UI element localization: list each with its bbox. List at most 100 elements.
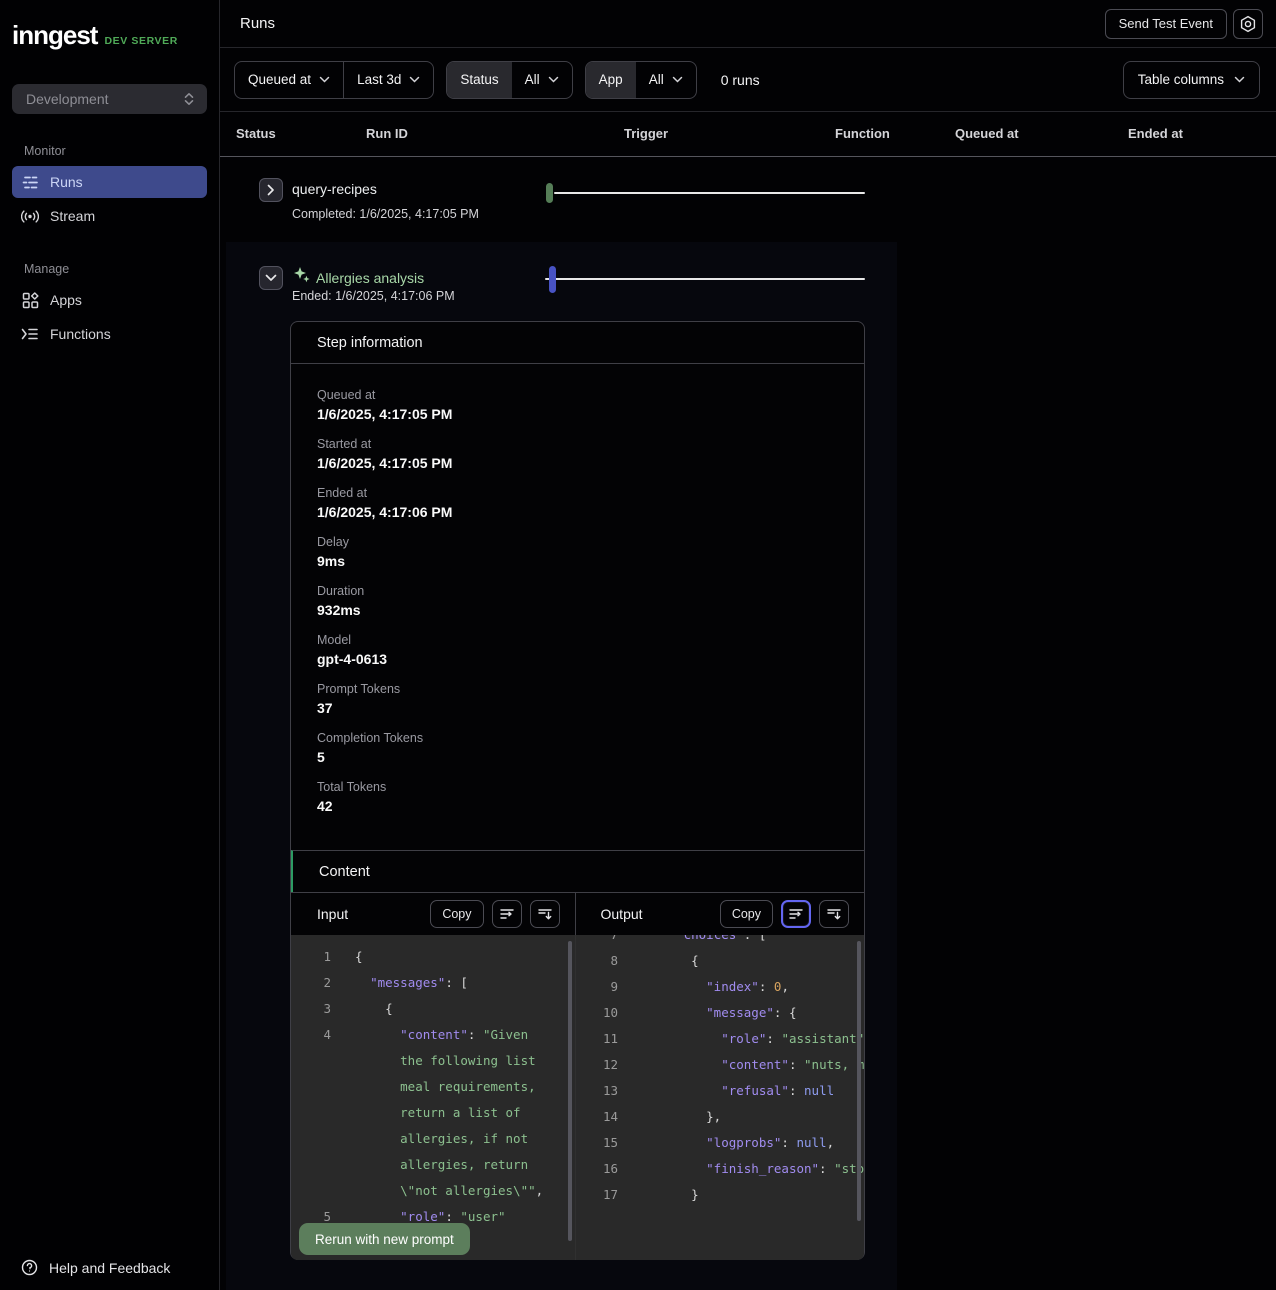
line-number: 4	[291, 1022, 331, 1048]
status-filter-value: All	[525, 72, 540, 87]
line-number	[291, 1178, 331, 1204]
run-name[interactable]: Allergies analysis	[316, 270, 424, 286]
main-area: Runs Send Test Event Queued at Last 3d	[220, 0, 1276, 1290]
field-label: Queued at	[317, 388, 864, 402]
col-queued-at: Queued at	[955, 126, 1019, 141]
step-information-header: Step information	[291, 322, 864, 364]
output-label: Output	[601, 906, 643, 922]
timeline-status-pill	[549, 266, 556, 293]
input-scrollbar[interactable]	[568, 941, 572, 1241]
time-field-value: Queued at	[248, 72, 311, 87]
table-row: query-recipes Completed: 1/6/2025, 4:17:…	[220, 157, 1276, 242]
chevron-down-icon	[319, 76, 330, 83]
filter-bar: Queued at Last 3d Status All App A	[220, 48, 1276, 112]
wrap-text-button-active[interactable]	[781, 900, 811, 928]
dev-server-badge: DEV SERVER	[104, 35, 178, 47]
section-label-monitor: Monitor	[24, 144, 219, 158]
input-code-pane[interactable]: 1{2 "messages": [3 {4 "content": "Given …	[291, 935, 576, 1260]
app-filter-value: All	[649, 72, 664, 87]
run-status-line: Ended: 1/6/2025, 4:17:06 PM	[292, 289, 455, 303]
line-number: 11	[576, 1026, 618, 1052]
field-value: 1/6/2025, 4:17:05 PM	[317, 455, 864, 471]
line-number	[291, 1126, 331, 1152]
wrap-text-button[interactable]	[492, 900, 522, 928]
field-value: 5	[317, 749, 864, 765]
col-status: Status	[236, 126, 276, 141]
table-columns-button[interactable]: Table columns	[1123, 61, 1260, 99]
copy-input-button[interactable]: Copy	[430, 900, 483, 928]
field-value: gpt-4-0613	[317, 651, 864, 667]
send-test-event-button[interactable]: Send Test Event	[1105, 9, 1227, 39]
table-row-expanded: Allergies analysis Ended: 1/6/2025, 4:17…	[226, 242, 897, 1290]
content-header: Content	[291, 850, 864, 892]
code-line: 7 "choices": [	[576, 935, 864, 948]
help-and-feedback[interactable]: Help and Feedback	[0, 1259, 219, 1276]
line-number: 8	[576, 948, 618, 974]
time-filter-chip: Queued at Last 3d	[234, 61, 434, 99]
code-line: allergies, return	[291, 1152, 575, 1178]
ai-sparkles-icon	[293, 266, 311, 284]
chevron-down-icon	[672, 76, 683, 83]
input-label: Input	[317, 906, 348, 922]
collapse-row-button[interactable]	[259, 266, 283, 290]
line-number: 15	[576, 1130, 618, 1156]
output-scrollbar[interactable]	[857, 941, 861, 1221]
code-line: 16 "finish_reason": "stop",	[576, 1156, 864, 1182]
code-line: 17 }	[576, 1182, 864, 1208]
time-field-dropdown[interactable]: Queued at	[235, 62, 343, 98]
code-line: \"not allergies\"",	[291, 1178, 575, 1204]
scroll-to-bottom-button[interactable]	[530, 900, 560, 928]
line-number: 9	[576, 974, 618, 1000]
field-value: 9ms	[317, 553, 864, 569]
code-line: 9 "index": 0,	[576, 974, 864, 1000]
status-filter-dropdown[interactable]: All	[512, 62, 572, 98]
code-line: 1{	[291, 944, 575, 970]
sidebar-item-label: Functions	[50, 326, 111, 342]
output-code-pane[interactable]: 7 "choices": [8 {9 "index": 0,10 "messag…	[576, 935, 864, 1260]
output-header: Output Copy	[576, 893, 865, 935]
sidebar-item-runs[interactable]: Runs	[12, 166, 207, 198]
line-number: 3	[291, 996, 331, 1022]
expand-row-button[interactable]	[259, 178, 283, 202]
line-number	[291, 1074, 331, 1100]
help-label: Help and Feedback	[49, 1260, 170, 1276]
field-label: Model	[317, 633, 864, 647]
code-line: the following list	[291, 1048, 575, 1074]
chevron-down-icon	[1234, 76, 1245, 83]
help-icon	[21, 1259, 38, 1276]
field-value: 1/6/2025, 4:17:05 PM	[317, 406, 864, 422]
code-line: 4 "content": "Given	[291, 1022, 575, 1048]
settings-gear-button[interactable]	[1233, 9, 1263, 39]
chevron-right-icon	[267, 184, 275, 196]
chevron-down-icon	[409, 76, 420, 83]
scroll-to-bottom-button[interactable]	[819, 900, 849, 928]
time-range-value: Last 3d	[357, 72, 401, 87]
run-name[interactable]: query-recipes	[292, 181, 377, 197]
functions-icon	[21, 325, 39, 343]
runs-count: 0 runs	[721, 72, 760, 88]
field-label: Duration	[317, 584, 864, 598]
field-label: Prompt Tokens	[317, 682, 864, 696]
time-range-dropdown[interactable]: Last 3d	[344, 62, 433, 98]
workspace-select-value: Development	[26, 91, 109, 107]
section-label-manage: Manage	[24, 262, 219, 276]
app-filter-dropdown[interactable]: All	[636, 62, 696, 98]
rerun-with-new-prompt-button[interactable]: Rerun with new prompt	[299, 1223, 470, 1255]
workspace-select[interactable]: Development	[12, 84, 207, 114]
sidebar-item-apps[interactable]: Apps	[12, 284, 207, 316]
apps-icon	[21, 291, 39, 309]
line-number	[291, 1100, 331, 1126]
field-label: Total Tokens	[317, 780, 864, 794]
code-line: return a list of	[291, 1100, 575, 1126]
sidebar-item-stream[interactable]: Stream	[12, 200, 207, 232]
sidebar-item-functions[interactable]: Functions	[12, 318, 207, 350]
logo-row: inngest DEV SERVER	[0, 0, 219, 51]
field-label: Completion Tokens	[317, 731, 864, 745]
copy-output-button[interactable]: Copy	[720, 900, 773, 928]
inngest-logo: inngest	[12, 20, 97, 51]
field-value: 42	[317, 798, 864, 814]
line-number: 12	[576, 1052, 618, 1078]
line-number: 10	[576, 1000, 618, 1026]
status-filter-label: Status	[447, 62, 511, 98]
sidebar-item-label: Runs	[50, 174, 83, 190]
